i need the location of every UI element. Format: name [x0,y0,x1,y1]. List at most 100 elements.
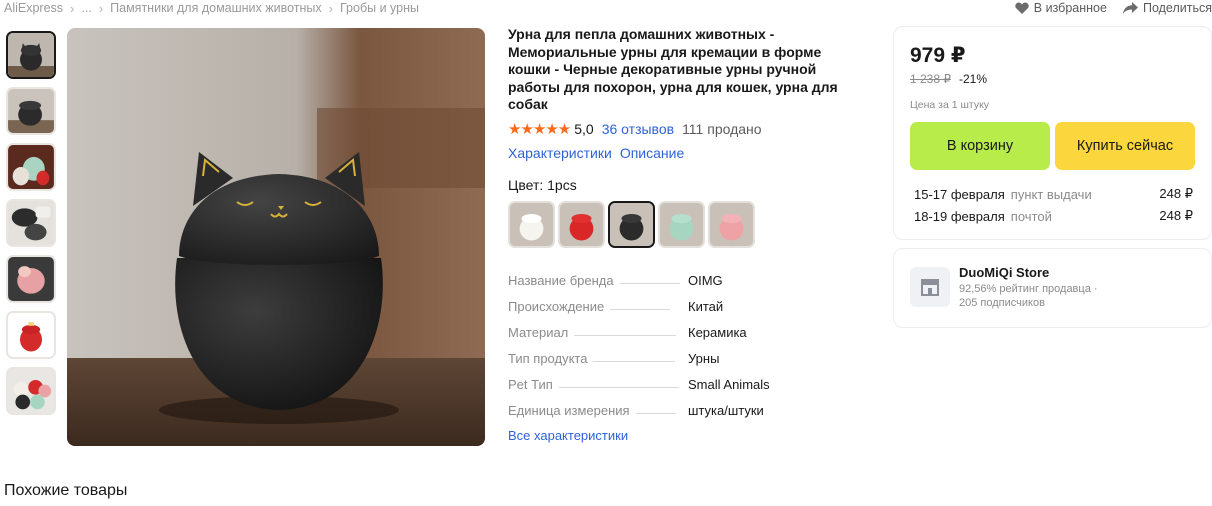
thumbnail-1[interactable] [6,31,56,79]
color-label: Цвет: 1pcs [508,176,577,193]
black-cat-urn-side-image [8,89,54,133]
black-urn-image [610,202,653,246]
color-swatches [508,200,860,248]
swatch-red[interactable] [558,200,605,248]
store-followers: 205 подписчиков [959,297,1045,309]
white-urn-image [510,202,553,246]
rating-score: 5,0 [574,120,594,137]
spec-divider [635,413,676,414]
chevron-right-icon: › [328,0,333,16]
black-cat-urn-photo [67,28,485,446]
thumbnail-3[interactable] [6,143,56,191]
spec-value: Китай [688,299,724,314]
star-rating-icon: ★★★★★ [508,120,571,138]
thumbnail-2[interactable] [6,87,56,135]
mint-urn-image [660,202,703,246]
breadcrumb-pet-memorials[interactable]: Памятники для домашних животных [110,1,321,15]
spec-key: Материал [508,325,569,340]
share-icon [1122,2,1138,14]
spec-divider [593,361,676,362]
rating-row: ★★★★★ 5,0 36 отзывов 111 продано [508,120,860,138]
share-label: Поделиться [1142,1,1212,15]
all-specs-link[interactable]: Все характеристики [508,428,860,443]
shipping-method: почтой [1010,208,1052,224]
spec-row: Название бренда OIMG [508,268,860,294]
urn-in-hand-image [8,201,54,245]
breadcrumb-ellipsis[interactable]: ... [81,1,91,15]
breadcrumb-aliexpress[interactable]: AliExpress [4,1,63,15]
shipping-cost: 248 ₽ [1159,208,1193,223]
spec-value: штука/штуки [688,403,764,418]
shipping-options: 15-17 февраля пункт выдачи 248 ₽ 18-19 ф… [910,183,1195,227]
spec-row: Происхождение Китай [508,294,860,320]
swatch-mint[interactable] [658,200,705,248]
page-actions: В избранное Поделиться [999,0,1212,16]
red-cat-urn-image [8,313,54,357]
red-urn-image [560,202,603,246]
add-to-cart-button[interactable]: В корзину [910,122,1050,170]
cat-urns-group-image [8,369,54,413]
discount-badge: -21% [959,72,988,86]
thumbnail-7[interactable] [6,367,56,415]
spec-row: Единица измерения штука/штуки [508,398,860,424]
spec-key: Тип продукта [508,351,588,366]
spec-divider [574,335,677,336]
spec-divider [610,309,671,310]
favorite-button[interactable]: В избранное [1015,1,1107,15]
pink-urn-image [710,202,753,246]
product-info: Урна для пепла домашних животных - Мемор… [508,26,860,443]
thumbnail-5[interactable] [6,255,56,303]
description-link[interactable]: Описание [620,145,684,161]
spec-value: Small Animals [688,377,770,392]
chevron-right-icon: › [98,0,104,16]
chevron-right-icon: › [70,0,75,16]
swatch-pink[interactable] [708,200,755,248]
sold-count: 111 продано [682,120,762,137]
product-title: Урна для пепла домашних животных - Мемор… [508,26,838,112]
spec-row: Материал Керамика [508,320,860,346]
spec-row: Pet Тип Small Animals [508,372,860,398]
thumbnail-4[interactable] [6,199,56,247]
favorite-label: В избранное [1033,1,1107,15]
spec-key: Происхождение [508,299,605,314]
share-button[interactable]: Поделиться [1122,1,1212,15]
breadcrumb: AliExpress › ... › Памятники для домашни… [4,0,419,16]
breadcrumb-coffins-urns[interactable]: Гробы и урны [340,1,419,15]
spec-divider [558,387,679,388]
pink-cat-urn-hand-image [8,257,54,301]
swatch-white[interactable] [508,200,555,248]
buy-card: 979 ₽ 1 238 ₽ -21% Цена за 1 штуку В кор… [893,26,1212,240]
store-rating: 92,56% рейтинг продавца · [959,283,1098,295]
old-price-row: 1 238 ₽ -21% [910,72,1195,86]
thumbnail-gallery [6,31,58,423]
store-name[interactable]: DuoMiQi Store [959,265,1098,280]
cat-urns-set-image [8,145,54,189]
shipping-cost: 248 ₽ [1159,186,1193,201]
thumbnail-6[interactable] [6,311,56,359]
specs-table: Название бренда OIMG Происхождение Китай… [508,268,860,424]
spec-key: Pet Тип [508,377,553,392]
shipping-option[interactable]: 18-19 февраля почтой 248 ₽ [910,205,1195,227]
spec-key: Название бренда [508,273,614,288]
black-cat-urn-image [8,33,54,77]
per-unit-note: Цена за 1 штуку [910,99,990,111]
shipping-date: 15-17 февраля [914,186,1005,202]
main-product-image[interactable] [67,28,485,446]
old-price: 1 238 ₽ [910,72,951,86]
shipping-option[interactable]: 15-17 февраля пункт выдачи 248 ₽ [910,183,1195,205]
reviews-link[interactable]: 36 отзывов [602,121,674,137]
spec-value: OIMG [688,273,723,288]
spec-row: Тип продукта Урны [508,346,860,372]
spec-key: Единица измерения [508,403,630,418]
section-links: Характеристики Описание [508,145,860,161]
heart-icon [1015,2,1029,14]
swatch-black[interactable] [608,200,655,248]
store-card: DuoMiQi Store 92,56% рейтинг продавца · … [893,248,1212,328]
spec-divider [619,283,680,284]
buy-now-button[interactable]: Купить сейчас [1055,122,1195,170]
specs-link[interactable]: Характеристики [508,145,612,161]
store-icon [921,279,939,296]
purchase-buttons: В корзину Купить сейчас [910,122,1195,170]
store-logo[interactable] [910,267,950,307]
shipping-method: пункт выдачи [1010,186,1092,202]
